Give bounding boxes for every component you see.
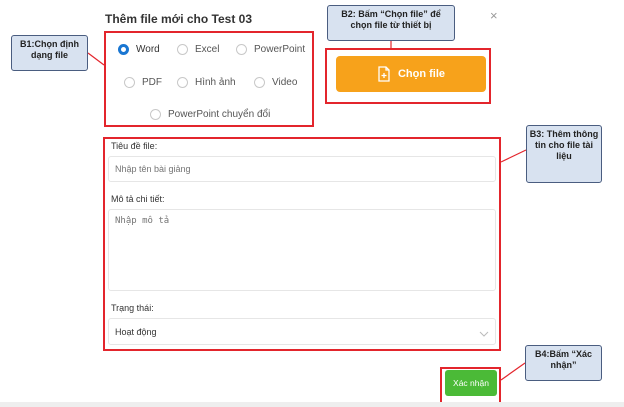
annotation-b2: B2: Bấm “Chọn file” để chọn file từ thiế… — [327, 5, 455, 41]
bottom-bar — [0, 402, 624, 407]
connector-b1 — [87, 52, 105, 66]
annotation-b3: B3: Thêm thông tin cho file tài liệu — [526, 125, 602, 183]
connector-b4 — [500, 362, 526, 381]
connector-b3 — [500, 149, 527, 163]
annotation-b4: B4:Bấm “Xác nhận” — [525, 345, 602, 381]
annotation-b1: B1:Chọn định dạng file — [11, 35, 88, 71]
